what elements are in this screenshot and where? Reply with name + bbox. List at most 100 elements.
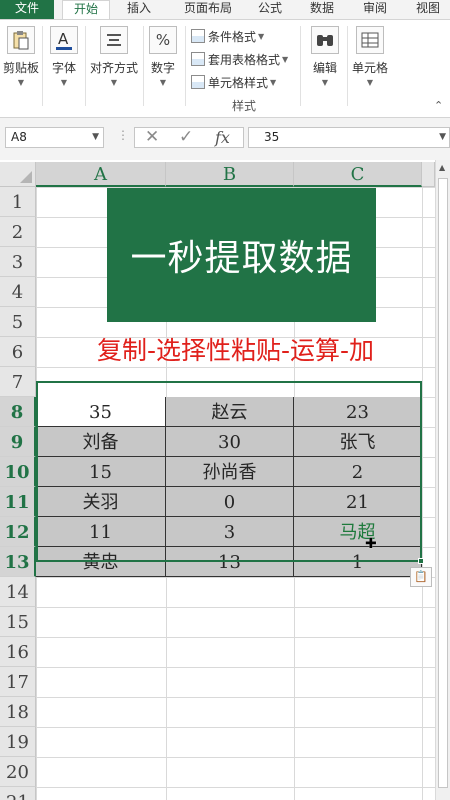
- table-cell[interactable]: 35: [36, 397, 166, 427]
- cells-label: 单元格: [351, 61, 388, 75]
- row-header-10[interactable]: 10: [0, 457, 36, 487]
- number-group[interactable]: % 数字 ▼: [147, 26, 179, 87]
- tab-file[interactable]: 文件: [0, 0, 54, 19]
- table-cell[interactable]: 13: [166, 547, 294, 577]
- editing-group[interactable]: 编辑 ▼: [306, 26, 344, 87]
- cell-styles-button[interactable]: 单元格样式 ▼: [191, 72, 276, 92]
- table-cell[interactable]: 15: [36, 457, 166, 487]
- column-header-a[interactable]: A: [36, 162, 166, 187]
- tab-formulas[interactable]: 公式: [250, 0, 290, 19]
- tab-review[interactable]: 审阅: [355, 0, 395, 19]
- conditional-format-icon: [191, 29, 205, 43]
- table-cell[interactable]: 马超: [294, 517, 422, 547]
- column-header-b[interactable]: B: [166, 162, 294, 187]
- cell-styles-icon: [191, 75, 205, 89]
- table-cell[interactable]: 关羽: [36, 487, 166, 517]
- scrollbar-thumb[interactable]: [438, 178, 448, 788]
- column-header-d[interactable]: [422, 162, 435, 187]
- row-header-3[interactable]: 3: [0, 247, 36, 277]
- chevron-down-icon[interactable]: ▼: [439, 128, 446, 147]
- name-box-value: A8: [11, 130, 27, 144]
- table-cell[interactable]: 3: [166, 517, 294, 547]
- clipboard-label: 剪贴板: [2, 61, 39, 75]
- number-label: 数字: [150, 61, 175, 75]
- table-format-icon: [191, 52, 205, 66]
- select-all-button[interactable]: [0, 162, 36, 187]
- divider: [185, 26, 186, 106]
- tab-home[interactable]: 开始: [62, 0, 110, 20]
- clipboard-group[interactable]: 剪贴板 ▼: [2, 26, 40, 87]
- vertical-scrollbar[interactable]: ▲: [435, 160, 450, 800]
- row-header-12[interactable]: 12: [0, 517, 36, 547]
- row-header-13[interactable]: 13: [0, 547, 36, 577]
- divider: [347, 26, 348, 106]
- collapse-ribbon-icon[interactable]: ⌃: [434, 99, 443, 112]
- table-cell[interactable]: 刘备: [36, 427, 166, 457]
- tab-data[interactable]: 数据: [302, 0, 342, 19]
- cancel-icon[interactable]: ✕: [145, 127, 159, 147]
- font-group[interactable]: A 字体 ▼: [46, 26, 82, 87]
- divider: [85, 26, 86, 106]
- table-cell[interactable]: 30: [166, 427, 294, 457]
- table-cell[interactable]: 黄忠: [36, 547, 166, 577]
- chevron-down-icon[interactable]: ▼: [92, 128, 99, 147]
- confirm-icon[interactable]: ✓: [179, 127, 193, 147]
- cell-styles-label: 单元格样式: [208, 75, 269, 90]
- table-cell[interactable]: 1: [294, 547, 422, 577]
- paste-icon: [7, 26, 35, 54]
- row-header-4[interactable]: 4: [0, 277, 36, 307]
- row-header-9[interactable]: 9: [0, 427, 36, 457]
- row-header-5[interactable]: 5: [0, 307, 36, 337]
- alignment-label: 对齐方式: [89, 61, 138, 75]
- formula-input[interactable]: 35 ▼: [248, 127, 450, 148]
- table-format-button[interactable]: 套用表格格式 ▼: [191, 49, 288, 69]
- table-cell[interactable]: 2: [294, 457, 422, 487]
- chevron-down-icon: ▼: [17, 78, 25, 87]
- column-header-c[interactable]: C: [294, 162, 422, 187]
- row-header-8[interactable]: 8: [0, 397, 36, 427]
- svg-text:A: A: [58, 30, 69, 48]
- table-cell[interactable]: 11: [36, 517, 166, 547]
- fill-handle[interactable]: [418, 558, 424, 564]
- ribbon-home: 剪贴板 ▼ A 字体 ▼ 对齐方式 ▼ % 数字 ▼ 条件格式 ▼ 套用表格格式…: [0, 19, 450, 118]
- table-cell[interactable]: 孙尚香: [166, 457, 294, 487]
- row-header-16[interactable]: 16: [0, 637, 36, 667]
- row-header-11[interactable]: 11: [0, 487, 36, 517]
- conditional-format-button[interactable]: 条件格式 ▼: [191, 26, 264, 46]
- scroll-up-icon[interactable]: ▲: [439, 163, 445, 172]
- row-header-1[interactable]: 1: [0, 187, 36, 217]
- cells-group[interactable]: 单元格 ▼: [350, 26, 390, 87]
- row-header-20[interactable]: 20: [0, 757, 36, 787]
- row-header-7[interactable]: 7: [0, 367, 36, 397]
- table-cell[interactable]: 0: [166, 487, 294, 517]
- tab-insert[interactable]: 插入: [116, 0, 162, 19]
- chevron-down-icon: ▼: [321, 78, 329, 87]
- insert-function-button[interactable]: fx: [215, 128, 230, 147]
- row-header-18[interactable]: 18: [0, 697, 36, 727]
- row-header-14[interactable]: 14: [0, 577, 36, 607]
- subtitle-text: 复制-选择性粘贴-运算-加: [96, 336, 375, 365]
- row-header-19[interactable]: 19: [0, 727, 36, 757]
- row-header-6[interactable]: 6: [0, 337, 36, 367]
- table-cell[interactable]: 张飞: [294, 427, 422, 457]
- font-label: 字体: [51, 61, 76, 75]
- name-box[interactable]: A8 ▼: [5, 127, 104, 148]
- row-header-2[interactable]: 2: [0, 217, 36, 247]
- chevron-down-icon: ▼: [159, 78, 167, 87]
- tab-page-layout[interactable]: 页面布局: [172, 0, 244, 19]
- table-cell[interactable]: 赵云: [166, 397, 294, 427]
- table-cell[interactable]: 21: [294, 487, 422, 517]
- alignment-group[interactable]: 对齐方式 ▼: [88, 26, 140, 87]
- tab-view[interactable]: 视图: [408, 0, 448, 19]
- align-icon: [100, 26, 128, 54]
- row-header-21[interactable]: 21: [0, 787, 36, 800]
- title-banner: 一秒提取数据: [107, 188, 376, 322]
- row-header-15[interactable]: 15: [0, 607, 36, 637]
- paste-options-button[interactable]: 📋: [410, 567, 432, 587]
- divider: [143, 26, 144, 106]
- cells-icon: [356, 26, 384, 54]
- chevron-down-icon: ▼: [60, 78, 68, 87]
- table-cell[interactable]: 23: [294, 397, 422, 427]
- row-header-17[interactable]: 17: [0, 667, 36, 697]
- styles-group-label: 样式: [232, 99, 257, 113]
